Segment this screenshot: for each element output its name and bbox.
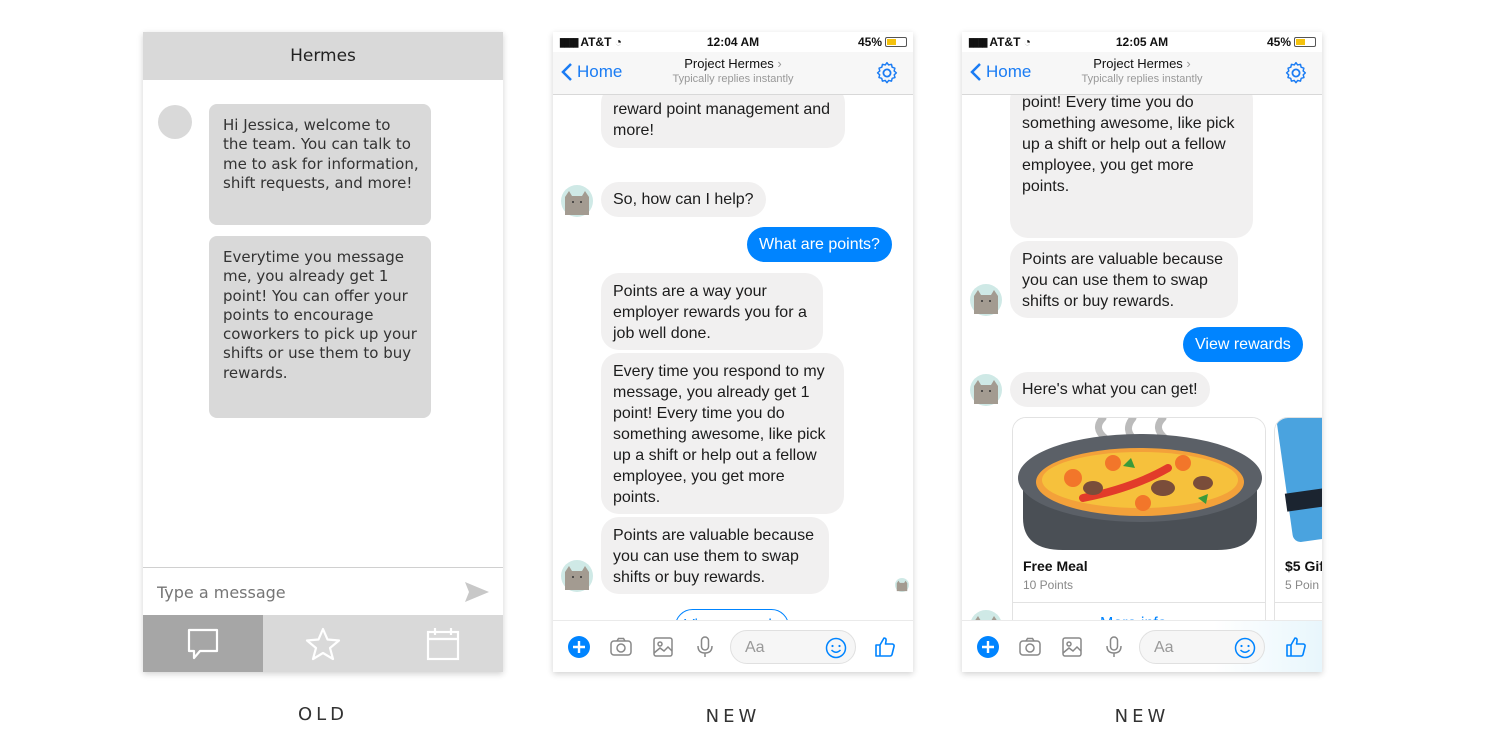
status-bar: ▮▮▮▮ AT&T ◔ 12:04 AM 45%	[553, 32, 913, 52]
battery-status: 45%	[858, 35, 907, 49]
chat-icon	[187, 628, 219, 659]
nav-bar: Home Project Hermes › Typically replies …	[962, 52, 1322, 95]
user-message: View rewards	[1183, 327, 1303, 362]
battery-percent: 45%	[857, 35, 882, 49]
photo-icon[interactable]	[1060, 635, 1084, 659]
more-info-button[interactable]: More info...	[1013, 602, 1265, 620]
old-tab-bar	[143, 615, 503, 672]
bot-message: Here's what you can get!	[1010, 372, 1210, 407]
card-title: $5 Gif	[1285, 558, 1322, 574]
old-message-2: Everytime you message me, you already ge…	[209, 236, 431, 418]
emoji-icon[interactable]	[825, 637, 847, 659]
old-input-row	[143, 567, 503, 615]
emoji-icon[interactable]	[1234, 637, 1256, 659]
tab-rewards[interactable]	[263, 615, 383, 672]
battery-percent: 45%	[1266, 35, 1291, 49]
view-rewards-quick-reply[interactable]: View rewards	[675, 609, 789, 620]
caption-new-1: NEW	[705, 706, 761, 727]
old-app-screen: Hermes Hi Jessica, welcome to the team. …	[143, 32, 503, 672]
old-message-1: Hi Jessica, welcome to the team. You can…	[209, 104, 431, 225]
card-points: 10 Points	[1023, 578, 1074, 592]
chevron-right-icon: ›	[1186, 56, 1191, 71]
battery-status: 45%	[1267, 35, 1316, 49]
tab-chat[interactable]	[143, 615, 263, 672]
bot-message: reward point management and more!	[601, 95, 845, 148]
bot-avatar	[158, 105, 192, 139]
microphone-icon[interactable]	[693, 635, 717, 659]
message-input[interactable]: Aa	[1139, 630, 1265, 664]
card-points: 5 Poin	[1285, 578, 1320, 592]
message-input[interactable]: Aa	[730, 630, 856, 664]
status-bar: ▮▮▮▮ AT&T ◔ 12:05 AM 45%	[962, 32, 1322, 52]
camera-icon[interactable]	[609, 635, 633, 659]
pusheen-avatar-icon	[971, 610, 1001, 620]
chat-area: reward point management and more! So, ho…	[553, 95, 913, 620]
reward-card-free-meal[interactable]: Free Meal 10 Points More info...	[1012, 417, 1266, 620]
composer-bar: Aa	[553, 620, 913, 672]
star-icon	[305, 627, 341, 660]
message-input[interactable]	[157, 580, 437, 604]
card-button[interactable]	[1275, 602, 1322, 620]
camera-icon[interactable]	[1018, 635, 1042, 659]
conversation-subtitle: Typically replies instantly	[672, 73, 794, 85]
chevron-right-icon: ›	[777, 56, 782, 71]
gear-icon[interactable]	[875, 61, 899, 85]
plus-icon[interactable]	[567, 635, 591, 659]
caption-new-2: NEW	[1114, 706, 1170, 727]
composer-bar: Aa	[962, 620, 1322, 672]
battery-icon	[1294, 37, 1316, 47]
messenger-screen-1: ▮▮▮▮ AT&T ◔ 12:04 AM 45% Home Project He…	[553, 32, 913, 672]
pusheen-avatar-icon	[561, 560, 593, 592]
conversation-title[interactable]: Project Hermes ›	[553, 56, 913, 71]
thumbs-up-icon[interactable]	[1284, 635, 1308, 659]
pusheen-avatar-icon	[970, 374, 1002, 406]
messenger-screen-2: ▮▮▮▮ AT&T ◔ 12:05 AM 45% Home Project He…	[962, 32, 1322, 672]
thumbs-up-icon[interactable]	[873, 635, 897, 659]
gear-icon[interactable]	[1284, 61, 1308, 85]
tab-calendar[interactable]	[383, 615, 503, 672]
photo-icon[interactable]	[651, 635, 675, 659]
bot-message: Every time you respond to my message, yo…	[601, 353, 844, 514]
pusheen-avatar-icon	[561, 185, 593, 217]
caption-old: OLD	[297, 704, 349, 725]
send-icon[interactable]	[464, 581, 490, 603]
conversation-subtitle: Typically replies instantly	[1081, 73, 1203, 85]
calendar-icon	[426, 627, 460, 660]
gift-card-image	[1275, 418, 1322, 550]
chat-area: point! Every time you do something aweso…	[962, 95, 1322, 620]
bot-message: Points are a way your employer rewards y…	[601, 273, 823, 350]
old-header-title: Hermes	[143, 32, 503, 80]
bot-message: point! Every time you do something aweso…	[1010, 95, 1253, 238]
stew-pot-image	[1013, 418, 1265, 550]
bot-message: Points are valuable because you can use …	[1010, 241, 1238, 318]
nav-bar: Home Project Hermes › Typically replies …	[553, 52, 913, 95]
user-message: What are points?	[747, 227, 892, 262]
conversation-title[interactable]: Project Hermes ›	[962, 56, 1322, 71]
bot-message: So, how can I help?	[601, 182, 766, 217]
card-title: Free Meal	[1023, 558, 1088, 574]
pusheen-avatar-icon	[970, 284, 1002, 316]
bot-message: Points are valuable because you can use …	[601, 517, 829, 594]
microphone-icon[interactable]	[1102, 635, 1126, 659]
battery-icon	[885, 37, 907, 47]
read-receipt-icon	[895, 578, 909, 592]
reward-card-gift-card[interactable]: $5 Gif 5 Poin	[1274, 417, 1322, 620]
plus-icon[interactable]	[976, 635, 1000, 659]
